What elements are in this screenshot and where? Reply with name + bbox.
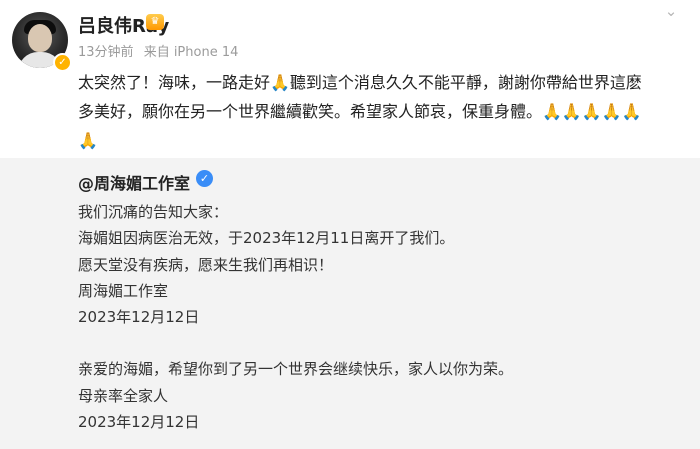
repost-line: 愿天堂没有疾病，愿来生我们再相识！ [78, 256, 334, 274]
repost-card[interactable]: @周海媚工作室 ✓ 我们沉痛的告知大家： 海媚姐因病医治无效，于2023年12月… [0, 158, 700, 449]
post-line: 多美好，願你在另一个世界繼續歡笑。希望家人節哀，保重身體。🙏🙏🙏🙏🙏 [78, 102, 642, 121]
chevron-down-icon[interactable]: ⌄ [663, 4, 679, 19]
post-source: 来自 iPhone 14 [143, 45, 239, 60]
post-text: 太突然了！海味，一路走好🙏聽到這个消息久久不能平靜，謝謝你帶給世界這麽 多美好，… [78, 68, 688, 155]
repost-line: 亲爱的海媚，希望你到了另一个世界会继续快乐，家人以你为荣。 [78, 360, 514, 378]
repost-line: 我们沉痛的告知大家： [78, 203, 229, 221]
repost-author[interactable]: @周海媚工作室 [78, 170, 190, 194]
repost-line: 2023年12月12日 [78, 413, 200, 431]
post-line: 🙏 [78, 131, 98, 150]
post-header: ✓ 吕良伟Ray ♛ 13分钟前 来自 iPhone 14 ⌄ 太突然了！海味，… [0, 0, 700, 158]
verified-blue-badge-icon: ✓ [196, 170, 213, 187]
repost-line: 海媚姐因病医治无效，于2023年12月11日离开了我们。 [78, 229, 455, 247]
vip-crown-icon: ♛ [146, 14, 164, 30]
avatar-face [28, 24, 52, 52]
repost-line: 周海媚工作室 [78, 282, 169, 300]
repost-line: 2023年12月12日 [78, 308, 200, 326]
post-time: 13分钟前 [78, 45, 134, 60]
repost-line: 母亲率全家人 [78, 387, 169, 405]
verified-badge-icon: ✓ [53, 53, 72, 72]
post-line: 太突然了！海味，一路走好🙏聽到這个消息久久不能平靜，謝謝你帶給世界這麽 [78, 73, 642, 92]
post-meta: 13分钟前 来自 iPhone 14 [78, 41, 244, 60]
